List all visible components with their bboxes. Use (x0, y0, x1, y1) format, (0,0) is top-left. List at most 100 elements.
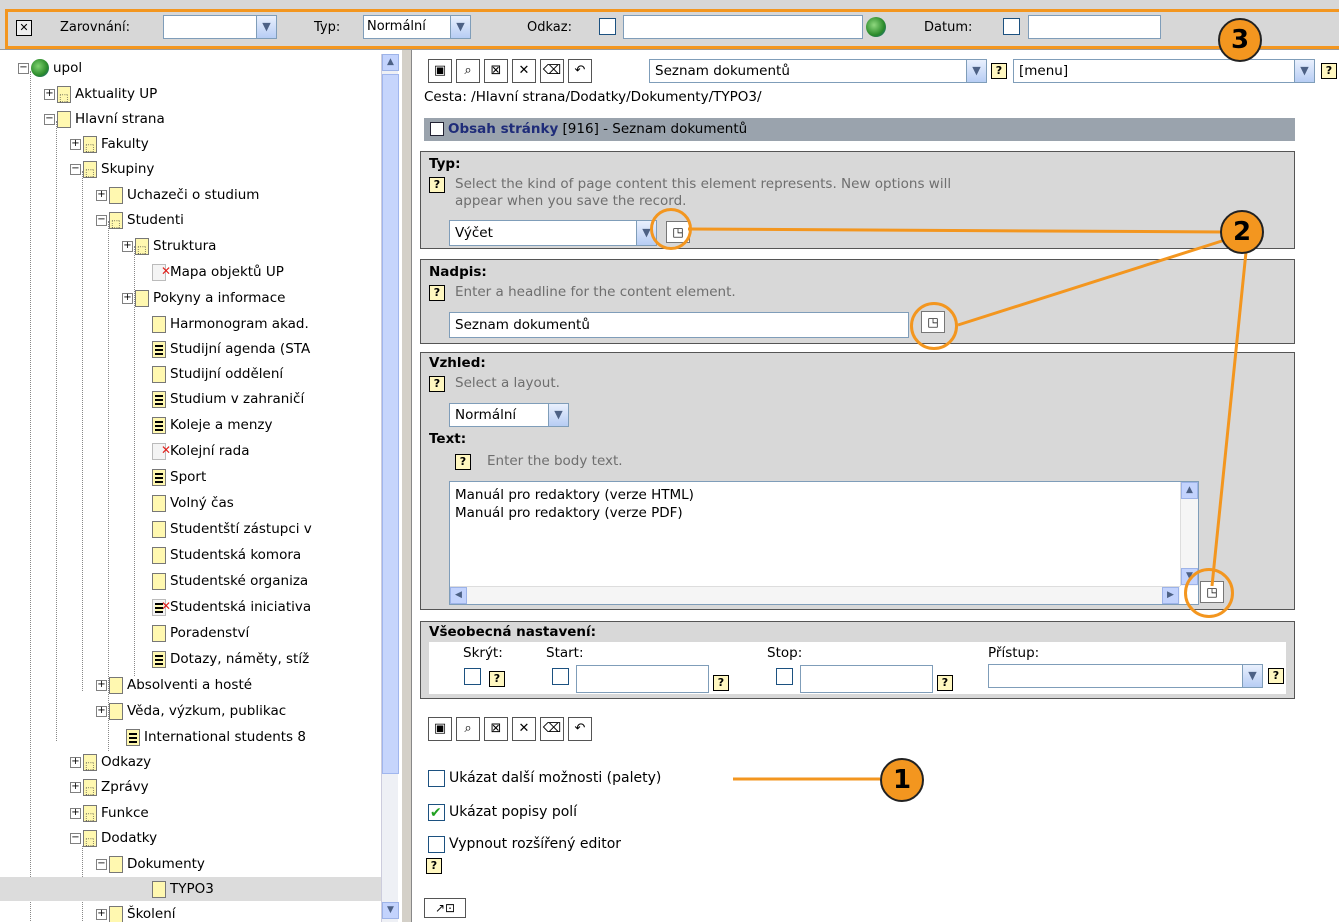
tree-item-dodatky[interactable]: − Dodatky (70, 826, 157, 855)
tree-item-typo3[interactable]: TYPO3 (0, 877, 381, 901)
tree-item-mapa[interactable]: ✕ Mapa objektů UP (152, 260, 284, 284)
menu-select[interactable]: [menu] ▼ (1013, 59, 1315, 83)
option-show-palettes[interactable]: Ukázat další možnosti (palety) (428, 767, 661, 789)
tree-item-sport[interactable]: Sport (152, 465, 206, 489)
expand-icon[interactable]: + (96, 679, 107, 691)
close-palette-icon[interactable]: ✕ (16, 20, 32, 36)
tree-item-uchazeci[interactable]: + Uchazeči o studium (96, 183, 259, 207)
date-checkbox[interactable] (1003, 18, 1020, 35)
tree-item-hlavni-strana[interactable]: − Hlavní strana (44, 107, 165, 131)
scroll-left-icon[interactable]: ◀ (450, 587, 467, 604)
expand-icon[interactable]: + (122, 240, 133, 252)
tree-item-studentska-iniciativa[interactable]: ✕ Studentská iniciativa (152, 595, 311, 619)
chevron-down-icon[interactable]: ▼ (1242, 665, 1262, 687)
tree-item-odkazy[interactable]: + Odkazy (70, 750, 151, 779)
layout-select[interactable]: Normální ▼ (449, 403, 569, 427)
scroll-up-icon[interactable]: ▲ (382, 54, 399, 71)
disable-rte-checkbox[interactable] (428, 835, 445, 853)
show-palettes-checkbox[interactable] (428, 769, 445, 787)
header-input[interactable]: Seznam dokumentů (449, 312, 909, 338)
tree-item-studenti[interactable]: − Studenti (96, 208, 184, 237)
tree-item-studijni-agenda[interactable]: Studijní agenda (STA (152, 337, 310, 361)
option-show-descriptions[interactable]: Ukázat popisy polí (428, 801, 577, 824)
expand-icon[interactable]: + (44, 88, 55, 100)
expand-icon[interactable]: + (70, 138, 81, 150)
expand-icon[interactable]: + (70, 756, 81, 768)
help-icon[interactable]: ? (455, 454, 471, 470)
stop-checkbox[interactable] (776, 668, 793, 685)
tree-item-harmonogram[interactable]: Harmonogram akad. (152, 312, 309, 336)
expand-icon[interactable]: + (70, 781, 81, 793)
expand-icon[interactable]: + (96, 705, 107, 717)
start-checkbox[interactable] (552, 668, 569, 685)
chevron-down-icon[interactable]: ▼ (450, 16, 470, 38)
scroll-up-icon[interactable]: ▲ (1181, 482, 1198, 499)
tree-item-skoleni[interactable]: + Školení (96, 902, 176, 922)
save-close-icon[interactable]: ⊠ (484, 59, 508, 83)
tree-item-zpravy[interactable]: + Zprávy (70, 775, 149, 804)
expand-icon[interactable]: + (70, 807, 81, 819)
show-descriptions-checkbox[interactable] (428, 802, 445, 824)
frame-divider[interactable] (401, 50, 412, 922)
help-icon[interactable]: ? (991, 63, 1007, 79)
collapse-icon[interactable]: − (18, 62, 29, 74)
help-icon[interactable]: ? (429, 285, 445, 301)
tree-item-struktura[interactable]: + Struktura (122, 234, 216, 263)
tree-item-dokumenty[interactable]: − Dokumenty (96, 852, 205, 876)
collapse-icon[interactable]: − (96, 858, 107, 870)
collapse-icon[interactable]: − (44, 113, 55, 125)
help-icon[interactable]: ? (1321, 63, 1337, 79)
scroll-down-icon[interactable]: ▼ (382, 902, 399, 919)
help-icon[interactable]: ? (429, 177, 445, 193)
help-icon[interactable]: ? (489, 671, 505, 687)
textarea-horizontal-scrollbar[interactable]: ◀ ▶ (450, 586, 1180, 604)
expand-icon[interactable]: + (122, 292, 133, 304)
help-icon[interactable]: ? (713, 675, 729, 691)
scrollbar-thumb[interactable] (382, 74, 399, 774)
align-select[interactable]: ▼ (163, 15, 277, 39)
collapse-icon[interactable]: − (70, 163, 81, 175)
tree-scrollbar[interactable]: ▲ ▼ (381, 54, 399, 922)
link-browser-icon[interactable] (866, 17, 886, 37)
tree-item-upol[interactable]: − upol (18, 56, 82, 80)
tree-item-poradenstvi[interactable]: Poradenství (152, 621, 249, 645)
tree-item-pokyny[interactable]: + Pokyny a informace (122, 286, 285, 310)
help-icon[interactable]: ? (426, 858, 442, 874)
scroll-right-icon[interactable]: ▶ (1162, 587, 1179, 604)
delete-icon[interactable]: ⌫ (540, 59, 564, 83)
save-view-icon[interactable]: ⌕ (456, 59, 480, 83)
tree-item-veda[interactable]: + Věda, výzkum, publikac (96, 699, 286, 723)
date-input[interactable] (1028, 15, 1161, 39)
type-select[interactable]: Výčet ▼ (449, 220, 657, 246)
collapse-icon[interactable]: − (70, 832, 81, 844)
tree-item-fakulty[interactable]: + Fakulty (70, 132, 149, 161)
stop-date-input[interactable] (800, 665, 933, 693)
tree-item-studentske-organizace[interactable]: Studentské organiza (152, 569, 308, 593)
tree-item-koleje[interactable]: Koleje a menzy (152, 413, 273, 437)
save-close-icon[interactable]: ⊠ (484, 717, 508, 741)
link-input[interactable] (623, 15, 863, 39)
start-date-input[interactable] (576, 665, 709, 693)
tree-item-absolventi[interactable]: + Absolventi a hosté (96, 673, 252, 697)
link-checkbox[interactable] (599, 18, 616, 35)
tree-item-studijni-oddeleni[interactable]: Studijní oddělení (152, 362, 283, 386)
tree-item-aktuality[interactable]: + Aktuality UP (44, 82, 157, 111)
help-icon[interactable]: ? (937, 675, 953, 691)
close-icon[interactable]: ✕ (512, 717, 536, 741)
hide-checkbox[interactable] (464, 668, 481, 685)
open-new-window-icon[interactable]: ↗⊡ (424, 898, 466, 918)
tree-item-kolejni-rada[interactable]: ✕ Kolejní rada (152, 439, 250, 463)
expand-icon[interactable]: + (96, 189, 107, 201)
access-select[interactable]: ▼ (988, 664, 1263, 688)
save-view-icon[interactable]: ⌕ (456, 717, 480, 741)
chevron-down-icon[interactable]: ▼ (548, 404, 568, 426)
tree-item-international[interactable]: International students 8 (126, 725, 306, 749)
tree-item-volny-cas[interactable]: Volný čas (152, 491, 234, 515)
expand-icon[interactable]: + (96, 908, 107, 920)
help-icon[interactable]: ? (429, 376, 445, 392)
tree-item-studium-zahranici[interactable]: Studium v zahraničí (152, 387, 304, 411)
tree-item-studentsti-zastupci[interactable]: Studentští zástupci v (152, 517, 312, 541)
save-icon[interactable]: ▣ (428, 717, 452, 741)
textarea-vertical-scrollbar[interactable]: ▲ ▼ (1180, 482, 1198, 586)
close-icon[interactable]: ✕ (512, 59, 536, 83)
